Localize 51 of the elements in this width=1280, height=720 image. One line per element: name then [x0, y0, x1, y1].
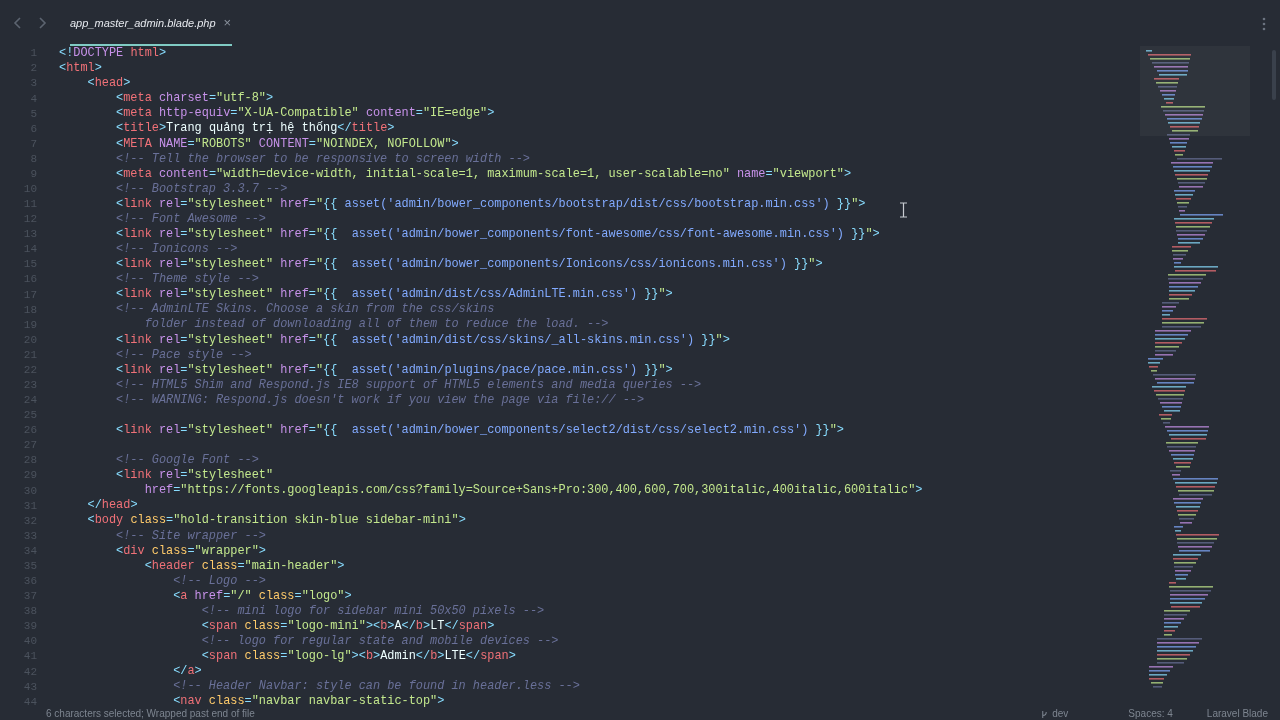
code-line: <link rel="stylesheet" href="{{ asset('admin/plugins/pace/pace.min.css') }}"> [115, 362, 673, 378]
code-line: <link rel="stylesheet" href="{{ asset('admin/bower_components/Ionicons/css/ionicons.min.css') }}"> [115, 257, 823, 273]
code-line: <span class="logo-lg"><b>Admin</b>LTE</span> [200, 649, 516, 665]
code-line: <meta http-equiv="X-UA-Compatible" content="IE=edge"> [115, 106, 495, 121]
code-line: <!-- AdminLTE Skins. Choose a skin from the css/skins [115, 302, 495, 318]
status-text: 6 characters selected; Wrapped past end of file [46, 708, 255, 720]
code-line: <!-- Header Navbar: style can be found in header.less --> [172, 679, 580, 695]
code-line: <link rel="stylesheet" href="{{ asset('admin/bower_components/font-awesome/css/font-awesome.min.css') }}"> [115, 226, 880, 242]
code-line: <link rel="stylesheet" href="{{ asset('admin/dist/css/skins/_all-skins.min.css') }}"> [115, 332, 730, 348]
code-line: <!-- Google Font --> [115, 453, 259, 469]
code-line: <link rel="stylesheet" href="{{ asset('admin/dist/css/AdminLTE.min.css') }}"> [115, 287, 673, 303]
close-tab-icon[interactable]: × [223, 13, 232, 33]
code-line: <!-- Theme style --> [115, 272, 259, 288]
code-line: <!-- Font Awesome --> [115, 211, 266, 227]
text-cursor-icon [899, 202, 908, 218]
git-branch: dev [1052, 708, 1069, 720]
code-line: <!-- Bootstrap 3.3.7 --> [115, 181, 288, 197]
code-line: <!-- Ionicons --> [115, 242, 238, 258]
code-line: <META NAME="ROBOTS" CONTENT="NOINDEX, NOFOLLOW"> [115, 136, 459, 152]
code-line: <meta charset="utf-8"> [115, 91, 274, 107]
code-line: <meta content="width=device-width, initial-scale=1, maximum-scale=1, user-scalable=no" name="viewport"> [115, 166, 852, 182]
code-line: <!-- Logo --> [172, 573, 266, 589]
code-line: <title>Trang quảng trị hệ thống</title> [115, 121, 395, 137]
syntax-setting: Laravel Blade [1206, 708, 1268, 720]
code-line: <head> [86, 76, 131, 92]
code-line: <!-- HTML5 Shim and Respond.js IE8 support of HTML5 elements and media queries --> [115, 377, 702, 393]
code-line: <!-- WARNING: Respond.js doesn't work if you view the page via file:// --> [115, 392, 645, 408]
tab-title: app_master_admin.blade.php [70, 15, 216, 31]
code-line: <!-- Tell the browser to be responsive to screen width --> [115, 151, 530, 167]
code-line: <html> [59, 61, 102, 77]
code-line: <!-- Site wrapper --> [115, 528, 266, 544]
branch-icon [1041, 709, 1049, 719]
code-line: <!DOCTYPE html> [59, 46, 167, 62]
code-line: <header class="main-header"> [143, 558, 345, 574]
more-menu-icon[interactable] [1262, 17, 1266, 31]
code-line: <!-- mini logo for sidebar mini 50x50 pixels --> [200, 603, 545, 619]
code-line: <link rel="stylesheet" href="{{ asset('admin/bower_components/bootstrap/dist/css/bootstrap.min.css') }}"> [115, 196, 866, 212]
code-line: </a> [172, 664, 202, 680]
indentation-setting: Spaces: 4 [1128, 708, 1173, 720]
code-line: <div class="wrapper"> [115, 543, 266, 559]
code-line: folder instead of downloading all of them to reduce the load. --> [143, 317, 609, 333]
code-line: <span class="logo-mini"><b>A</b>LT</span> [200, 619, 495, 634]
code-line: <link rel="stylesheet" [115, 468, 274, 484]
code-line: href="https://fonts.googleapis.com/css?family=Source+Sans+Pro:300,400,600,700,300italic,400italic,600italic"> [143, 483, 923, 499]
code-line: </head> [86, 498, 138, 514]
code-line: <!-- logo for regular state and mobile devices --> [200, 634, 559, 650]
code-line: <!-- Pace style --> [115, 347, 252, 363]
code-line: <link rel="stylesheet" href="{{ asset('admin/bower_components/select2/dist/css/select2.min.css') }}"> [115, 423, 844, 438]
code-line: <nav class="navbar navbar-static-top"> [172, 694, 445, 708]
code-line: <a href="/" class="logo"> [172, 588, 352, 604]
code-line: <body class="hold-transition skin-blue sidebar-mini"> [86, 513, 466, 529]
